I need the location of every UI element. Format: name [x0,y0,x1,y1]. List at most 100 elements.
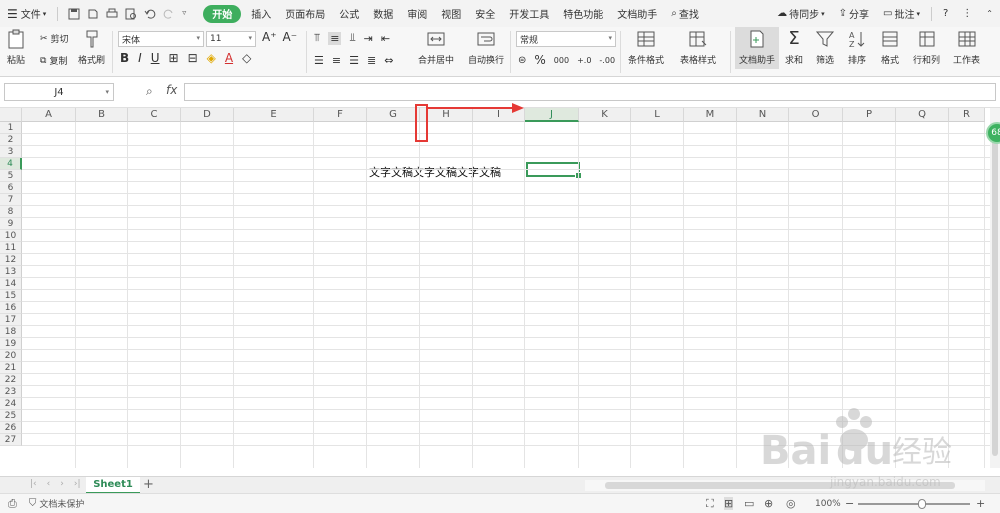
prev-sheet-icon[interactable]: ‹ [47,479,51,489]
more-button[interactable]: ⋮ [955,0,979,27]
font-size-select[interactable]: 11 ▾ [206,31,256,47]
eraser-icon[interactable]: ◇ [242,51,251,65]
protection-status[interactable]: 文档未保护 [39,497,84,510]
row-header-6[interactable]: 6 [0,182,22,194]
row-header-24[interactable]: 24 [0,398,22,410]
zoom-in-icon[interactable]: + [976,497,985,510]
increase-font-icon[interactable]: A⁺ [262,30,277,44]
sync-button[interactable]: ☁ 待同步 ▾ [770,0,832,27]
name-box[interactable]: J4 ▾ [4,83,114,101]
page-break-icon[interactable]: ⊕ [764,497,773,510]
column-header-k[interactable]: K [579,108,631,122]
search-button[interactable]: ⌕ 查找 [664,0,706,27]
page-layout-icon[interactable]: ▭ [744,497,754,510]
zoom-slider-handle[interactable] [918,499,926,509]
file-menu[interactable]: ☰ 文件 ▾ [0,0,53,27]
wrap-text-button[interactable]: 自动换行 [468,29,504,66]
conditional-format-button[interactable]: 条件格式 [628,29,664,66]
justify-icon[interactable]: ≣ [367,54,376,67]
row-header-23[interactable]: 23 [0,386,22,398]
row-header-8[interactable]: 8 [0,206,22,218]
help-button[interactable]: ? [936,0,955,27]
bold-icon[interactable]: B [120,51,129,65]
normal-view-icon[interactable]: ⊞ [724,497,734,510]
next-sheet-icon[interactable]: › [60,479,64,489]
macro-icon[interactable]: ⎙ [8,497,17,511]
worksheet-button[interactable]: 工作表 [953,29,980,66]
font-name-select[interactable]: 宋体 ▾ [118,31,204,47]
row-header-19[interactable]: 19 [0,338,22,350]
italic-icon[interactable]: I [138,51,142,65]
format-button[interactable]: 格式 [880,29,900,66]
tab-insert[interactable]: 插入 [244,0,278,27]
fullscreen-icon[interactable]: ⛶ [706,497,714,511]
customize-icon[interactable]: ▿ [182,8,194,20]
currency-icon[interactable]: ⊜ [518,55,526,66]
row-header-3[interactable]: 3 [0,146,22,158]
outdent-icon[interactable]: ⇤ [381,32,390,45]
row-header-2[interactable]: 2 [0,134,22,146]
column-header-n[interactable]: N [737,108,789,122]
paste-button[interactable]: 粘贴 [6,29,26,66]
tab-home[interactable]: 开始 [203,4,242,23]
row-header-25[interactable]: 25 [0,410,22,422]
zoom-slider-track[interactable] [858,503,970,505]
sum-button[interactable]: Σ 求和 [784,29,804,67]
tab-review[interactable]: 审阅 [400,0,434,27]
row-header-17[interactable]: 17 [0,314,22,326]
add-sheet-icon[interactable]: + [143,477,154,492]
filter-button[interactable]: 筛选 [815,29,835,66]
column-header-j[interactable]: J [525,108,579,122]
row-header-13[interactable]: 13 [0,266,22,278]
align-center-icon[interactable]: ≡ [332,54,341,67]
undo-icon[interactable] [144,8,156,20]
zoom-search-icon[interactable]: ⌕ [146,84,153,99]
vertical-scroll-thumb[interactable] [992,126,998,456]
fx-icon[interactable]: fx [166,83,177,97]
row-header-4[interactable]: 4 [0,158,22,170]
select-all-corner[interactable] [0,108,22,122]
row-header-20[interactable]: 20 [0,350,22,362]
sheet-tab-sheet1[interactable]: Sheet1 [86,477,140,494]
row-header-9[interactable]: 9 [0,218,22,230]
row-header-11[interactable]: 11 [0,242,22,254]
row-header-16[interactable]: 16 [0,302,22,314]
column-header-m[interactable]: M [684,108,737,122]
reading-mode-icon[interactable]: ◎ [786,497,796,510]
zoom-level[interactable]: 100% [815,499,841,509]
thousands-icon[interactable]: 000 [554,56,569,65]
percent-icon[interactable]: % [534,53,545,67]
row-header-21[interactable]: 21 [0,362,22,374]
row-header-22[interactable]: 22 [0,374,22,386]
underline-icon[interactable]: U [151,51,160,65]
increase-decimal-icon[interactable]: +.0 [577,56,591,65]
tab-doc-assistant[interactable]: 文档助手 [610,0,664,27]
export-icon[interactable] [87,8,99,20]
copy-button[interactable]: ⧉ 复制 [40,54,67,68]
tab-page-layout[interactable]: 页面布局 [278,0,332,27]
row-header-27[interactable]: 27 [0,434,22,446]
merge-center-button[interactable]: 合并居中 [418,29,454,66]
share-button[interactable]: ⇪ 分享 [832,0,876,27]
row-header-1[interactable]: 1 [0,122,22,134]
indent-icon[interactable]: ⇥ [364,32,373,45]
print-preview-icon[interactable] [125,8,137,20]
row-header-7[interactable]: 7 [0,194,22,206]
doc-assistant-button[interactable]: 文档助手 [735,27,780,69]
align-left-icon[interactable]: ☰ [314,54,324,67]
row-header-26[interactable]: 26 [0,422,22,434]
redo-icon[interactable] [163,8,175,20]
column-header-l[interactable]: L [631,108,684,122]
rows-cols-button[interactable]: 行和列 [913,29,940,66]
align-right-icon[interactable]: ☰ [349,54,359,67]
table-style-button[interactable]: 表格样式 [680,29,716,66]
collapse-ribbon-button[interactable]: ⌃ [979,0,1000,27]
font-color-icon[interactable]: A [225,51,233,65]
row-header-10[interactable]: 10 [0,230,22,242]
last-sheet-icon[interactable]: ›| [74,479,81,489]
distribute-icon[interactable]: ⇔ [384,54,393,67]
formula-input[interactable] [184,83,996,101]
column-header-f[interactable]: F [314,108,367,122]
fill-color-icon[interactable]: ◈ [207,51,216,65]
print-icon[interactable] [106,8,118,20]
